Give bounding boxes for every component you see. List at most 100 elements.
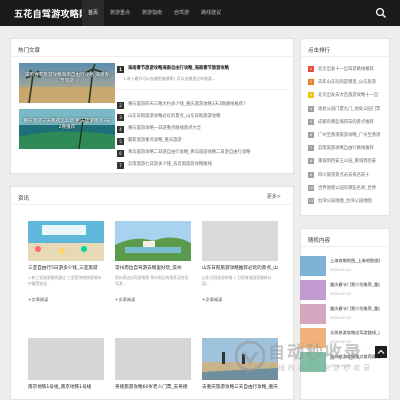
rank-item-title: 四川旅游景点必去排名前十: [318, 172, 370, 178]
random-item-thumb: [300, 304, 326, 324]
random-item-title: 上海攻略地图_上海地图旅游: [330, 258, 380, 263]
random-item-date: 2024-01-05: [330, 292, 351, 296]
rank-number: 5: [117, 137, 124, 145]
random-item-title: 太原旅游攻略自驾游路线_太原: [330, 330, 380, 335]
rank-badge: 5: [308, 118, 314, 125]
back-to-top-button[interactable]: [375, 346, 387, 358]
card-title: 三亚自由行5日游多少钱_三亚旅游: [28, 266, 98, 271]
rank-badge: 11: [308, 198, 314, 204]
rank-badge: 10: [308, 184, 314, 191]
article-card[interactable]: 南京地铁1号线_南京地铁1号线: [28, 338, 104, 390]
hot-list-item[interactable]: 6 青岛旅游攻略二日游自由行攻略_青岛旅游攻略二日游自由行攻略: [117, 148, 293, 158]
rank-badge: 1: [308, 66, 314, 72]
rank-number: 7: [117, 161, 124, 169]
hot-list-item[interactable]: 2 重庆旅游四天三晚大约多少钱_重庆旅游攻略3天2晚路线推荐?: [117, 100, 293, 110]
nav-item-travel-guide[interactable]: 旅游指南: [136, 0, 168, 26]
hot-thumb-1[interactable]: 海南春节旅游攻略海南自由行攻略 海南春节旅游: [19, 63, 115, 103]
hot-list-title: 山东日照旅游攻略必玩的景点_山东日照旅游攻略: [128, 114, 221, 119]
card-title: 南京地铁1号线_南京地铁1号线: [28, 385, 92, 390]
rank-item[interactable]: 9 四川旅游景点必去排名前十: [308, 170, 384, 180]
card-read-link[interactable]: +文章阅读: [202, 297, 278, 303]
featured-desc: 1.求十春节可以去哪里旅游呢? 可以去哪里过年旅游...: [123, 76, 216, 81]
random-item-title: 重庆春节门票介绍推荐_重庆: [330, 306, 380, 311]
card-title: 山东日照旅游攻略推荐必玩的景点_山: [202, 266, 278, 271]
rank-number: 3: [117, 113, 124, 121]
divider: [117, 89, 289, 90]
rank-badge: 8: [308, 158, 314, 165]
info-title: 资讯: [18, 196, 30, 202]
rank-badge: 4: [308, 105, 314, 112]
random-item-date: 2024-01-05: [330, 316, 351, 320]
rank-item[interactable]: 1 北京出发十一自驾游路线推荐: [308, 64, 384, 74]
featured-article-link[interactable]: 1 海南春节旅游攻略海南自由行攻略_海南春节旅游攻略: [117, 64, 293, 74]
random-item[interactable]: 重庆春节门票介绍推荐_重庆 2024-01-05: [300, 280, 380, 300]
article-card[interactable]: 英德旅游攻略60岁老人门票_去英德: [115, 338, 191, 390]
random-item-thumb: [300, 256, 326, 276]
rank-item-title: 北京出发十一自驾游路线推荐: [318, 67, 374, 72]
card-title: 去重庆旅游攻略三天自由行攻略_重庆: [202, 385, 278, 390]
rank-item-title: 地处公园门票九门_地处公园门票: [318, 106, 381, 112]
rank-item[interactable]: 7 云南旅游攻略自由行路线推荐: [308, 143, 384, 153]
card-desc: 山东日照旅游攻略 1.日照海滨国家森林公园...: [202, 275, 272, 286]
card-title: 常州周边自驾游去哪里好玩_常州: [115, 266, 182, 271]
watermark-sub: 上线秒收录·来访秒收录: [268, 364, 374, 372]
search-icon[interactable]: [375, 7, 387, 19]
card-title: 英德旅游攻略60岁老人门票_去英德: [115, 385, 188, 390]
article-card[interactable]: 山东日照旅游攻略推荐必玩的景点_山 山东日照旅游攻略 1.日照海滨国家森林公园.…: [202, 221, 278, 303]
card-read-link[interactable]: +文章阅读: [28, 297, 104, 303]
rank-badge: 3: [308, 92, 314, 99]
hot-list-item[interactable]: 3 山东日照旅游攻略必玩的景点_山东日照旅游攻略: [117, 112, 293, 122]
rank-item-title: 去年山东玩的是哪里_山东旅游: [318, 80, 377, 86]
site-logo-text[interactable]: 五花自驾游攻略网: [14, 7, 88, 20]
article-card[interactable]: 常州周边自驾游去哪里好玩_常州 常州周边自驾游推荐 常州周边有很多适合自驾游..…: [115, 221, 191, 303]
hot-articles-panel: 热门文章 海南春节旅游攻略海南自由行攻略 海南春节旅游 重庆旅游三天两夜怎么玩 …: [10, 38, 295, 174]
card-image: [115, 221, 191, 261]
hot-thumb-2[interactable]: 重庆旅游三天两夜怎么玩 重庆旅游景点3天2晚推荐: [19, 109, 115, 149]
rank-item[interactable]: 4 地处公园门票九门_地处公园门票: [308, 104, 384, 114]
hot-list-item[interactable]: 5 最新旅游重点攻略_重庆旅游: [117, 136, 293, 146]
chevron-up-icon: [377, 349, 385, 354]
rank-item[interactable]: 5 成都有哪些值得去的景点推荐: [308, 117, 384, 127]
nav-item-home[interactable]: 首页: [82, 0, 105, 26]
divider: [11, 56, 295, 57]
rank-item[interactable]: 2 去年山东玩的是哪里_山东旅游: [308, 77, 384, 87]
hot-list-item[interactable]: 4 重庆旅游攻略一日游重点路线景点大全: [117, 124, 293, 134]
rank-number: 4: [117, 125, 124, 133]
card-read-link[interactable]: +文章阅读: [115, 297, 191, 303]
watermark-main: 自动秒收录: [268, 343, 363, 363]
nav-item-key-spots[interactable]: 旅游重点: [104, 0, 136, 26]
rank-item[interactable]: 8 重城到西安王公园_重城到西安: [308, 156, 384, 166]
click-rank-title: 点击排行: [308, 48, 331, 54]
rank-item-title: 世界地理公园有哪些名称_世界: [318, 185, 377, 191]
card-desc: 1.新三亚旅游路线建议 三亚是海南旅游城市中最受欢迎...: [28, 275, 102, 286]
random-item[interactable]: 上海攻略地图_上海地图旅游 2024-01-04: [300, 256, 380, 276]
random-item-thumb: [300, 280, 326, 300]
article-card[interactable]: 三亚自由行5日游多少钱_三亚旅游 1.新三亚旅游路线建议 三亚是海南旅游城市中最…: [28, 221, 104, 303]
rank-item[interactable]: 3 北京出发去大连旅游攻略十一自: [308, 90, 384, 100]
rank-badge: 6: [308, 132, 314, 138]
featured-title: 海南春节旅游攻略海南自由行攻略_海南春节旅游攻略: [128, 66, 229, 71]
rank-number: 6: [117, 149, 124, 157]
rank-item[interactable]: 6 广州至香港旅游攻略_广州至香港: [308, 130, 384, 140]
hot-list-title: 重庆旅游四天三晚大约多少钱_重庆旅游攻略3天2晚路线推荐?: [128, 102, 246, 107]
rank-item[interactable]: 11 台湾公园地图_台湾公园地图: [308, 196, 384, 206]
rank-badge: 9: [308, 171, 314, 178]
random-item[interactable]: 重庆春节门票介绍推荐_重庆 2024-01-05: [300, 304, 380, 324]
random-item-date: 2024-01-04: [330, 268, 351, 272]
more-link[interactable]: 更多>: [267, 193, 281, 200]
hot-list-item[interactable]: 7 云南旅游七日游多少钱_去云南旅游攻略路线: [117, 160, 293, 170]
watermark-emblem-icon: [234, 340, 266, 372]
rank-item[interactable]: 10 世界地理公园有哪些名称_世界: [308, 183, 384, 193]
rank-number: 1: [117, 65, 124, 73]
hot-articles-title: 热门文章: [18, 48, 41, 54]
rank-number: 2: [117, 101, 124, 109]
nav-item-self-drive[interactable]: 自驾游: [168, 0, 195, 26]
watermark-logo: 自动秒收录 上线秒收录·来访秒收录: [234, 338, 374, 378]
hot-thumb-2-caption: 重庆旅游三天两夜怎么玩 重庆旅游景点3天2晚推荐: [23, 119, 111, 130]
divider: [301, 56, 391, 57]
nav-item-routes[interactable]: 路线建议: [195, 0, 227, 26]
hot-list-title: 最新旅游重点攻略_重庆旅游: [128, 138, 182, 143]
rank-item-title: 北京出发去大连旅游攻略十一自: [318, 93, 379, 99]
hot-list-title: 云南旅游七日游多少钱_去云南旅游攻略路线: [128, 162, 212, 167]
rank-item-title: 成都有哪些值得去的景点推荐: [318, 119, 374, 125]
